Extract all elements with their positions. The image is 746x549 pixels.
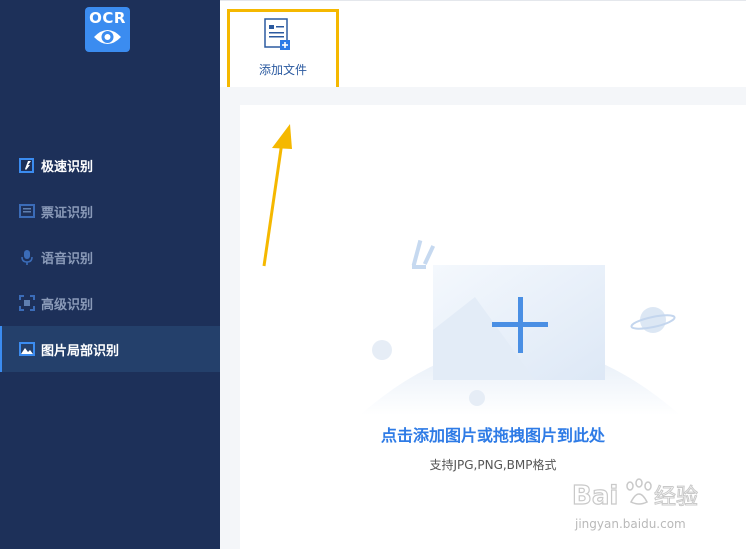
drop-zone-title: 点击添加图片或拖拽图片到此处 xyxy=(380,426,605,445)
logo-text: OCR xyxy=(89,9,126,27)
upload-illustration xyxy=(360,239,680,415)
app-logo: OCR xyxy=(85,7,130,52)
watermark-url: jingyan.baidu.com xyxy=(575,517,686,531)
sidebar-item-label: 票证识别 xyxy=(41,205,94,221)
fast-recognize-icon xyxy=(19,158,34,173)
microphone-icon xyxy=(21,250,33,265)
eye-icon xyxy=(94,30,121,44)
baidu-watermark-logo: Bai 经验 xyxy=(572,478,699,512)
sidebar-item-label: 极速识别 xyxy=(41,159,94,175)
sidebar-item-label: 语音识别 xyxy=(41,251,94,267)
sidebar-item-image-partial[interactable]: 图片局部识别 xyxy=(0,326,220,372)
drop-zone-subtitle: 支持JPG,PNG,BMP格式 xyxy=(429,458,557,472)
svg-text:经验: 经验 xyxy=(654,485,698,510)
scan-frame-icon xyxy=(19,295,35,311)
sidebar-item-voice[interactable]: 语音识别 xyxy=(0,234,220,280)
add-document-icon xyxy=(264,18,290,50)
sidebar-item-label: 图片局部识别 xyxy=(41,343,120,359)
ticket-icon xyxy=(19,204,35,218)
add-file-label: 添加文件 xyxy=(258,63,307,77)
sidebar-item-advanced[interactable]: 高级识别 xyxy=(0,280,220,326)
arrow-annotation xyxy=(262,124,292,267)
sidebar-item-fast-recognize[interactable]: 极速识别 xyxy=(0,142,220,188)
svg-text:Bai: Bai xyxy=(572,481,618,511)
sidebar-item-label: 高级识别 xyxy=(41,297,94,313)
sidebar-item-ticket[interactable]: 票证识别 xyxy=(0,188,220,234)
image-icon xyxy=(19,342,35,356)
